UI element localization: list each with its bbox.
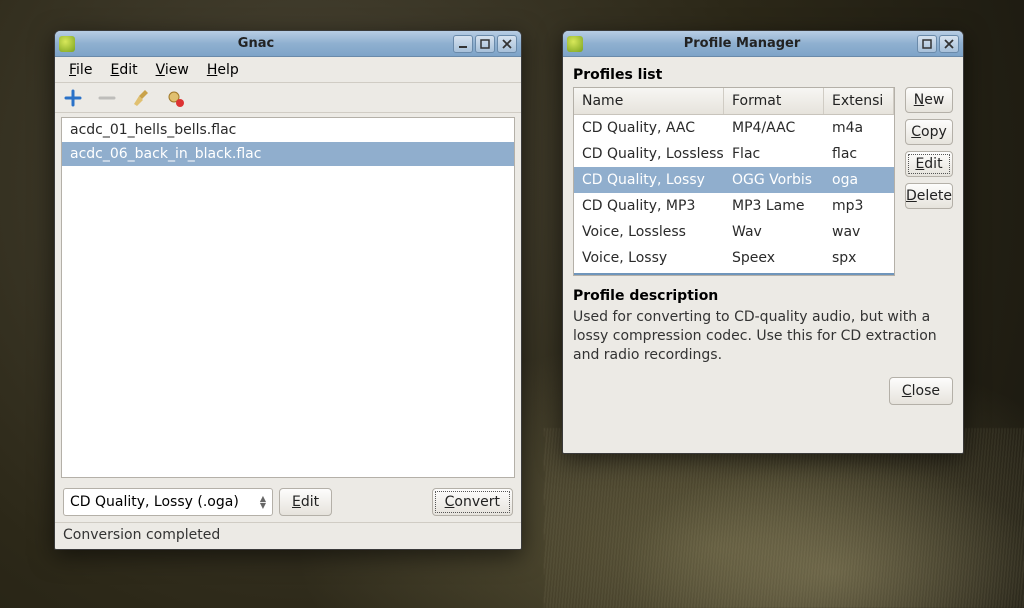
table-row[interactable]: CD Quality, AACMP4/AACm4a — [574, 115, 894, 141]
close-button[interactable] — [939, 35, 959, 53]
plus-icon[interactable] — [63, 88, 83, 108]
profile-buttons: New Copy Edit Delete — [905, 87, 953, 276]
menu-view-label: iew — [165, 62, 189, 78]
menu-edit[interactable]: Edit — [102, 59, 145, 81]
pm-titlebar[interactable]: Profile Manager — [563, 31, 963, 57]
gnac-titlebar[interactable]: Gnac — [55, 31, 521, 57]
menubar: File Edit View Help — [55, 57, 521, 83]
gnac-window: Gnac File Edit View Help acdc_01_hells_b… — [54, 30, 522, 550]
menu-help[interactable]: Help — [199, 59, 247, 81]
spinner-icon: ▲▼ — [260, 495, 266, 509]
table-row[interactable]: CD Quality, LossyOGG Vorbisoga — [574, 167, 894, 193]
close-button[interactable] — [497, 35, 517, 53]
profile-combo-label: CD Quality, Lossy (.oga) — [70, 494, 239, 510]
close-button[interactable]: Close — [889, 377, 953, 405]
delete-button[interactable]: Delete — [905, 183, 953, 209]
bottom-bar: CD Quality, Lossy (.oga) ▲▼ Edit Convert — [55, 482, 521, 522]
convert-button[interactable]: Convert — [432, 488, 513, 516]
profiles-table[interactable]: Name Format Extensi CD Quality, AACMP4/A… — [573, 87, 895, 276]
new-button[interactable]: New — [905, 87, 953, 113]
profile-combo[interactable]: CD Quality, Lossy (.oga) ▲▼ — [63, 488, 273, 516]
table-row[interactable]: Voice, LossySpeexspx — [574, 245, 894, 271]
profile-description-label: Profile description — [573, 288, 953, 304]
edit-button[interactable]: Edit — [279, 488, 332, 516]
col-format[interactable]: Format — [724, 88, 824, 114]
status-bar: Conversion completed — [55, 522, 521, 549]
table-row[interactable]: CD Quality, LosslessFlacflac — [574, 141, 894, 167]
toolbar — [55, 83, 521, 113]
maximize-button[interactable] — [475, 35, 495, 53]
copy-button[interactable]: Copy — [905, 119, 953, 145]
broom-icon[interactable] — [131, 88, 151, 108]
profile-description-text: Used for converting to CD-quality audio,… — [573, 308, 953, 365]
file-list[interactable]: acdc_01_hells_bells.flac acdc_06_back_in… — [61, 117, 515, 478]
table-row[interactable]: CD Quality, MP3MP3 Lamemp3 — [574, 193, 894, 219]
col-extension[interactable]: Extensi — [824, 88, 894, 114]
maximize-button[interactable] — [917, 35, 937, 53]
window-title: Profile Manager — [567, 36, 917, 51]
minimize-button[interactable] — [453, 35, 473, 53]
menu-file-label: ile — [76, 62, 92, 78]
col-name[interactable]: Name — [574, 88, 724, 114]
table-row[interactable]: Voice, LosslessWavwav — [574, 219, 894, 245]
menu-help-label: elp — [217, 62, 238, 78]
menu-edit-label: dit — [119, 62, 137, 78]
menu-file[interactable]: File — [61, 59, 100, 81]
edit-button[interactable]: Edit — [905, 151, 953, 177]
gear-icon[interactable] — [165, 88, 185, 108]
table-bottom-rule — [574, 273, 894, 275]
profile-manager-window: Profile Manager Profiles list Name Forma… — [562, 30, 964, 454]
menu-view[interactable]: View — [148, 59, 197, 81]
desktop-decoration — [544, 428, 1024, 608]
profiles-list-label: Profiles list — [573, 67, 953, 83]
list-item[interactable]: acdc_06_back_in_black.flac — [62, 142, 514, 166]
minus-icon[interactable] — [97, 88, 117, 108]
window-title: Gnac — [59, 36, 453, 51]
table-header: Name Format Extensi — [574, 88, 894, 115]
list-item[interactable]: acdc_01_hells_bells.flac — [62, 118, 514, 142]
